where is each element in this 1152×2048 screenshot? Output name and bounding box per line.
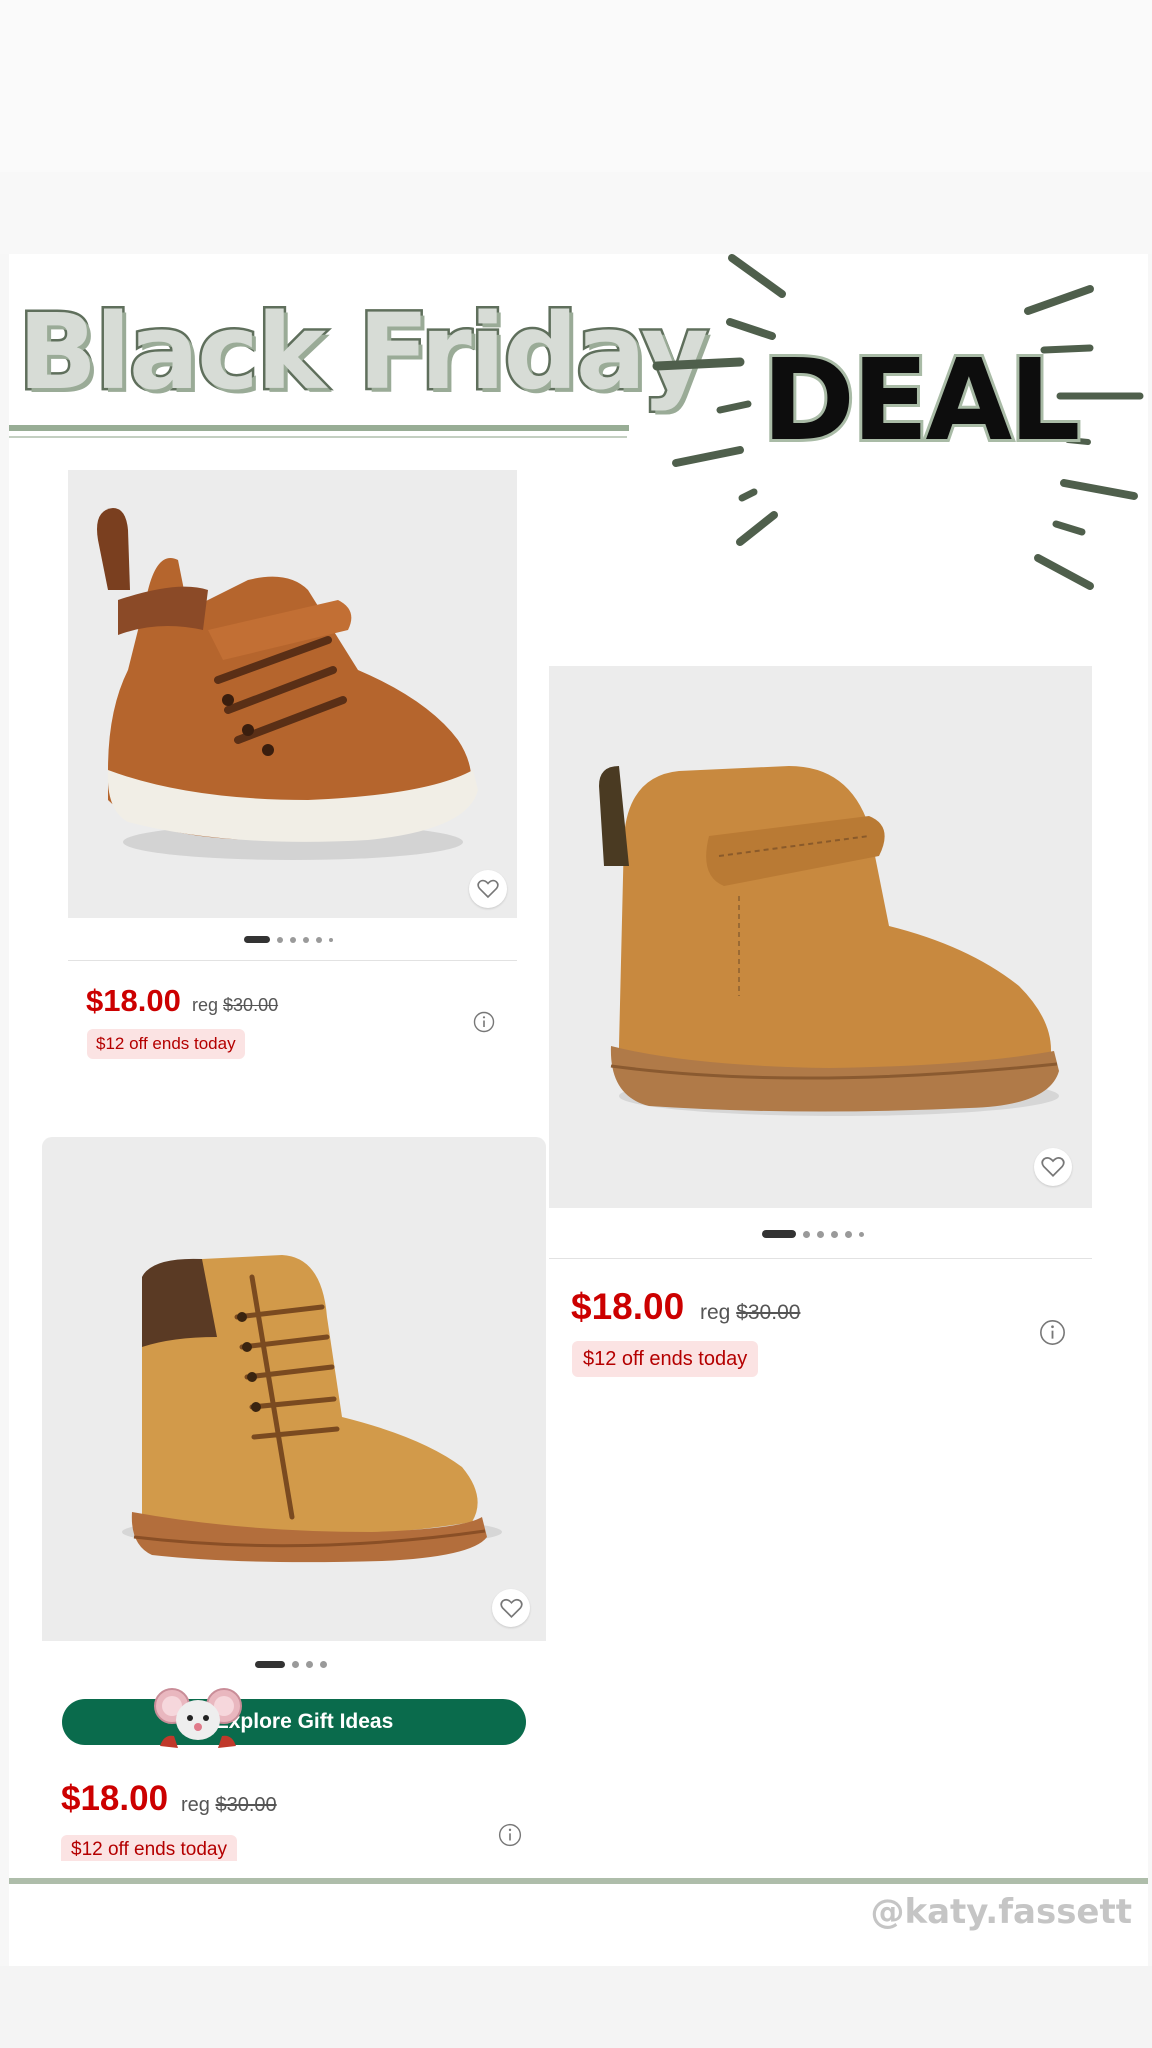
mouse-mascot-icon (154, 1688, 242, 1748)
card-divider (68, 960, 517, 961)
pagination-dot-active[interactable] (762, 1230, 796, 1238)
pagination-dot-active[interactable] (244, 936, 270, 943)
top-blank-area (0, 0, 1152, 172)
explore-gift-ideas-button[interactable]: Explore Gift Ideas (62, 1699, 526, 1745)
favorite-button[interactable] (469, 870, 507, 908)
sale-price: $18.00 (61, 1779, 169, 1818)
promo-badge: $12 off ends today (61, 1835, 237, 1861)
reg-label: reg (181, 1794, 210, 1816)
pagination-dot[interactable] (320, 1661, 327, 1668)
sale-price: $18.00 (571, 1286, 685, 1327)
pagination-dot[interactable] (803, 1230, 810, 1238)
pagination-dot[interactable] (277, 936, 283, 943)
sale-price: $18.00 (86, 983, 181, 1018)
product-image[interactable] (68, 470, 517, 918)
image-pagination-dots[interactable] (255, 1661, 327, 1668)
top-blank-area-2 (0, 172, 1152, 254)
reg-price-value: $30.00 (215, 1794, 277, 1816)
pagination-dot[interactable] (817, 1230, 824, 1238)
product-image[interactable] (549, 666, 1092, 1208)
favorite-button[interactable] (492, 1589, 530, 1627)
title-underline-thin (9, 436, 627, 438)
pagination-dot[interactable] (316, 936, 322, 943)
deal-word: DEAL (759, 336, 1084, 466)
title-underline (9, 425, 629, 431)
pagination-dot[interactable] (290, 936, 296, 943)
image-pagination-dots[interactable] (762, 1230, 864, 1238)
reg-label: reg (192, 995, 219, 1015)
heart-icon (499, 1598, 523, 1618)
reg-price-value: $30.00 (736, 1301, 801, 1324)
heart-icon (477, 879, 499, 899)
pagination-dot[interactable] (859, 1231, 864, 1237)
reg-price-value: $30.00 (223, 995, 279, 1015)
pagination-dot[interactable] (329, 937, 333, 942)
info-icon[interactable] (1039, 1319, 1066, 1346)
chukka-boot-illustration (599, 766, 1059, 1116)
image-pagination-dots[interactable] (244, 936, 333, 943)
pagination-dot[interactable] (303, 936, 309, 943)
promo-badge: $12 off ends today (87, 1029, 245, 1059)
black-friday-title: Black Friday (16, 291, 712, 413)
card-divider (549, 1258, 1092, 1259)
lace-up-boot-illustration (122, 1255, 502, 1563)
favorite-button[interactable] (1034, 1148, 1072, 1186)
regular-price: reg $30.00 (192, 995, 278, 1016)
heart-icon (1041, 1156, 1065, 1177)
product-image[interactable] (42, 1137, 546, 1641)
info-icon[interactable] (473, 1011, 495, 1033)
sneaker-illustration (97, 508, 479, 860)
creator-handle: @katy.fassett (870, 1892, 1132, 1932)
footer-divider (9, 1878, 1148, 1884)
info-icon[interactable] (498, 1823, 522, 1847)
pagination-dot[interactable] (306, 1661, 313, 1668)
regular-price: reg $30.00 (700, 1301, 800, 1325)
reg-label: reg (700, 1301, 731, 1324)
pagination-dot[interactable] (845, 1230, 852, 1238)
pagination-dot[interactable] (831, 1230, 838, 1238)
promo-badge: $12 off ends today (572, 1341, 759, 1377)
regular-price: reg $30.00 (181, 1794, 277, 1817)
bottom-blank-area (0, 1966, 1152, 2048)
pagination-dot[interactable] (292, 1661, 299, 1668)
pagination-dot-active[interactable] (255, 1661, 285, 1668)
